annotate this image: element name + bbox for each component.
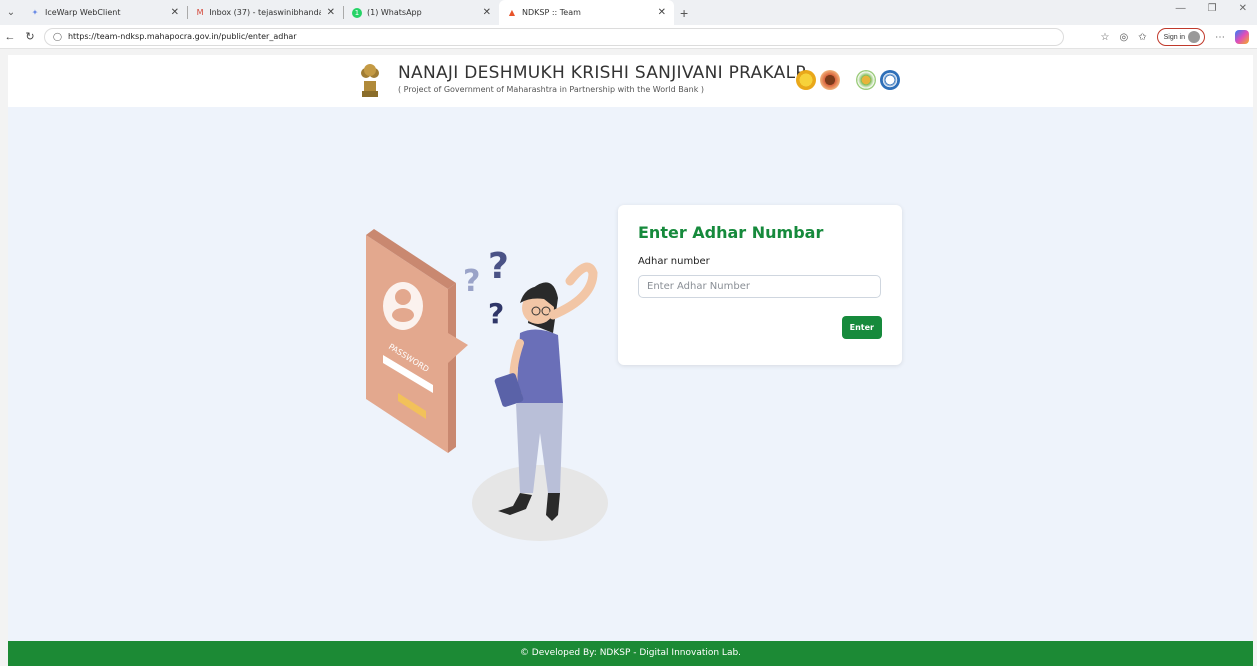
- maharashtra-logo-icon: [796, 70, 816, 90]
- partner-logos: [796, 70, 900, 90]
- adhar-form-card: Enter Adhar Numbar Adhar number Enter: [618, 205, 902, 365]
- profile-avatar-icon: [1188, 31, 1200, 43]
- url-field[interactable]: ◯ https://team-ndksp.mahapocra.gov.in/pu…: [44, 27, 1064, 46]
- minimize-icon[interactable]: —: [1176, 3, 1186, 14]
- world-bank-logo-icon: [880, 70, 900, 90]
- adhar-number-input[interactable]: [638, 275, 881, 298]
- sign-in-label: Sign in: [1163, 33, 1185, 41]
- tab-whatsapp[interactable]: 1 (1) WhatsApp ✕: [344, 0, 499, 25]
- form-title: Enter Adhar Numbar: [638, 223, 824, 242]
- tab-label: Inbox (37) - tejaswinibhandare@g: [209, 8, 320, 17]
- close-icon[interactable]: ✕: [321, 7, 335, 18]
- svg-text:?: ?: [488, 246, 509, 287]
- enter-button[interactable]: Enter: [841, 316, 882, 339]
- icewarp-icon: ✦: [31, 7, 39, 17]
- extensions-icon[interactable]: ◎: [1119, 32, 1128, 43]
- tab-gmail[interactable]: M Inbox (37) - tejaswinibhandare@g ✕: [188, 0, 343, 25]
- gmail-icon: M: [196, 7, 204, 17]
- back-arrow-icon[interactable]: ←: [0, 31, 20, 43]
- close-icon[interactable]: ✕: [652, 7, 666, 18]
- sign-in-button[interactable]: Sign in: [1156, 28, 1205, 46]
- browser-tab-strip: ⌄ ✦ IceWarp WebClient ✕ M Inbox (37) - t…: [0, 0, 1257, 25]
- url-text: https://team-ndksp.mahapocra.gov.in/publ…: [67, 32, 297, 41]
- tab-label: (1) WhatsApp: [367, 8, 422, 17]
- address-bar-row: ← ↻ ◯ https://team-ndksp.mahapocra.gov.i…: [0, 25, 1257, 49]
- close-window-icon[interactable]: ✕: [1239, 3, 1247, 14]
- browser-toolbar: ☆ ◎ ✩ Sign in ⋯: [1101, 28, 1249, 46]
- restore-icon[interactable]: ❐: [1208, 3, 1217, 14]
- whatsapp-icon: 1: [352, 7, 362, 18]
- svg-text:?: ?: [463, 264, 480, 299]
- site-info-icon[interactable]: ◯: [53, 32, 62, 41]
- copilot-icon[interactable]: [1235, 30, 1249, 44]
- tab-ndksp[interactable]: ▲ NDKSP :: Team ✕: [499, 0, 674, 25]
- tab-label: IceWarp WebClient: [45, 8, 121, 17]
- page: NANAJI DESHMUKH KRISHI SANJIVANI PRAKALP…: [8, 55, 1253, 666]
- tab-list-chevron-icon[interactable]: ⌄: [0, 7, 22, 18]
- favorites-bar-icon[interactable]: ✩: [1138, 32, 1146, 43]
- agriculture-dept-logo-icon: [820, 70, 840, 90]
- new-tab-plus-icon[interactable]: +: [680, 5, 688, 21]
- more-menu-icon[interactable]: ⋯: [1215, 32, 1225, 43]
- pocra-logo-icon: [856, 70, 876, 90]
- site-header: NANAJI DESHMUKH KRISHI SANJIVANI PRAKALP…: [8, 55, 1253, 107]
- window-controls: — ❐ ✕: [1176, 3, 1247, 14]
- adhar-number-label: Adhar number: [638, 256, 710, 267]
- confused-user-illustration: PASSWORD ? ? ?: [366, 229, 608, 541]
- national-emblem-icon: [361, 64, 379, 97]
- svg-text:?: ?: [488, 297, 504, 330]
- close-icon[interactable]: ✕: [165, 7, 179, 18]
- site-subtitle: ( Project of Government of Maharashtra i…: [398, 85, 705, 94]
- tab-icewarp[interactable]: ✦ IceWarp WebClient ✕: [22, 0, 187, 25]
- favorite-star-icon[interactable]: ☆: [1101, 32, 1110, 43]
- ndksp-icon: ▲: [508, 7, 516, 17]
- site-footer: © Developed By: NDKSP - Digital Innovati…: [8, 641, 1253, 666]
- tab-label: NDKSP :: Team: [522, 8, 581, 17]
- site-title: NANAJI DESHMUKH KRISHI SANJIVANI PRAKALP: [398, 63, 806, 83]
- refresh-icon[interactable]: ↻: [20, 30, 40, 43]
- close-icon[interactable]: ✕: [477, 7, 491, 18]
